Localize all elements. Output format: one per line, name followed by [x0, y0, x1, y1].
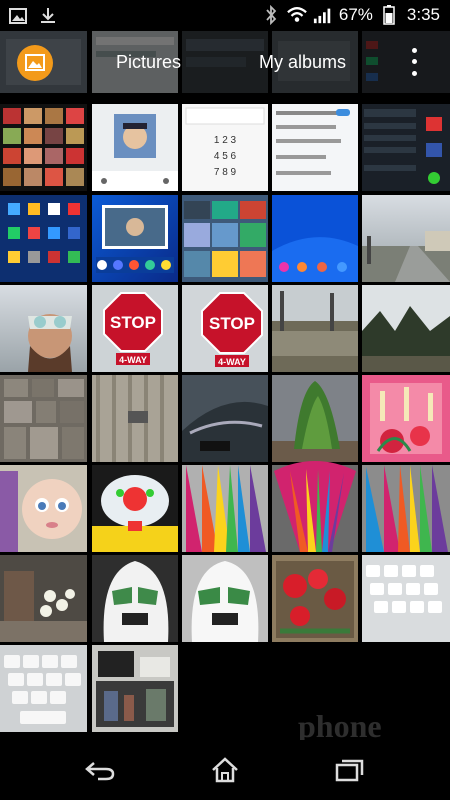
thumb-r4-c3[interactable] — [272, 375, 358, 462]
thumb-r1-c4[interactable] — [362, 104, 450, 191]
thumb-r5-c2[interactable] — [182, 465, 268, 552]
recents-icon[interactable] — [328, 752, 372, 788]
thumb-r6-c1[interactable] — [92, 555, 178, 642]
stop-sign-text-1: STOP — [110, 313, 156, 332]
battery-percent: 67% — [338, 5, 373, 24]
battery-icon — [379, 5, 399, 25]
home-icon[interactable] — [203, 752, 247, 788]
thumb-r4-c0[interactable] — [0, 375, 87, 462]
svg-text:4 5 6: 4 5 6 — [214, 151, 237, 162]
thumb-r4-c4[interactable] — [362, 375, 450, 462]
thumbnail-grid: 1 2 3 4 5 6 7 8 9 STOP 4-WAY STOP 4-WAY — [0, 31, 450, 732]
thumb-r2-c2[interactable] — [182, 195, 268, 282]
thumb-r5-c0[interactable] — [0, 465, 87, 552]
status-bar: 67% 3:35 — [0, 0, 450, 31]
thumb-r5-c3[interactable] — [272, 461, 358, 552]
thumb-r6-c0[interactable] — [0, 555, 87, 642]
action-bar — [0, 31, 450, 93]
bluetooth-icon — [261, 5, 281, 25]
way-sign-text-1: 4-WAY — [119, 355, 147, 365]
stop-sign-text-2: STOP — [209, 314, 255, 333]
more-vert-icon[interactable] — [404, 45, 424, 79]
thumb-r1-c3[interactable] — [272, 104, 358, 191]
back-icon[interactable] — [78, 752, 122, 788]
album-app-icon[interactable] — [17, 45, 53, 81]
thumb-r4-c1[interactable] — [92, 375, 178, 462]
thumb-r3-c3[interactable] — [272, 285, 358, 372]
thumb-r2-c1[interactable] — [92, 195, 178, 282]
thumb-r6-c4[interactable] — [362, 555, 450, 642]
wifi-icon — [287, 5, 307, 25]
svg-text:1 2 3: 1 2 3 — [214, 135, 237, 146]
thumb-r5-c1[interactable] — [92, 465, 178, 552]
thumb-r6-c3[interactable] — [272, 555, 358, 642]
photo-grid: 1 2 3 4 5 6 7 8 9 STOP 4-WAY STOP 4-WAY — [0, 31, 450, 740]
thumb-r3-c1[interactable]: STOP 4-WAY — [92, 285, 178, 372]
thumb-r1-c1[interactable] — [92, 104, 178, 191]
gallery-notification-icon — [8, 6, 28, 26]
thumb-r3-c4[interactable] — [362, 285, 450, 372]
thumb-r3-c2[interactable]: STOP 4-WAY — [182, 285, 268, 372]
thumb-r2-c4[interactable] — [362, 195, 450, 282]
clock-time: 3:35 — [406, 5, 440, 24]
thumb-r5-c4[interactable] — [362, 465, 450, 552]
download-icon — [38, 6, 58, 26]
svg-text:7 8 9: 7 8 9 — [214, 167, 237, 178]
thumb-r4-c2[interactable] — [182, 375, 268, 462]
tab-my-albums[interactable]: My albums — [259, 52, 346, 73]
signal-icon — [313, 5, 333, 25]
thumb-r1-c2[interactable]: 1 2 3 4 5 6 7 8 9 — [182, 104, 268, 191]
way-sign-text-2: 4-WAY — [218, 357, 246, 367]
thumb-r3-c0[interactable] — [0, 285, 87, 372]
thumb-r6-c2[interactable] — [182, 555, 268, 642]
thumb-r2-c0[interactable] — [0, 195, 87, 282]
thumb-r7-c0[interactable] — [0, 645, 87, 732]
tab-pictures[interactable]: Pictures — [116, 52, 181, 73]
thumb-r7-c1[interactable] — [92, 645, 178, 732]
thumb-r2-c3[interactable] — [272, 195, 358, 282]
thumb-r1-c0[interactable] — [0, 104, 87, 191]
